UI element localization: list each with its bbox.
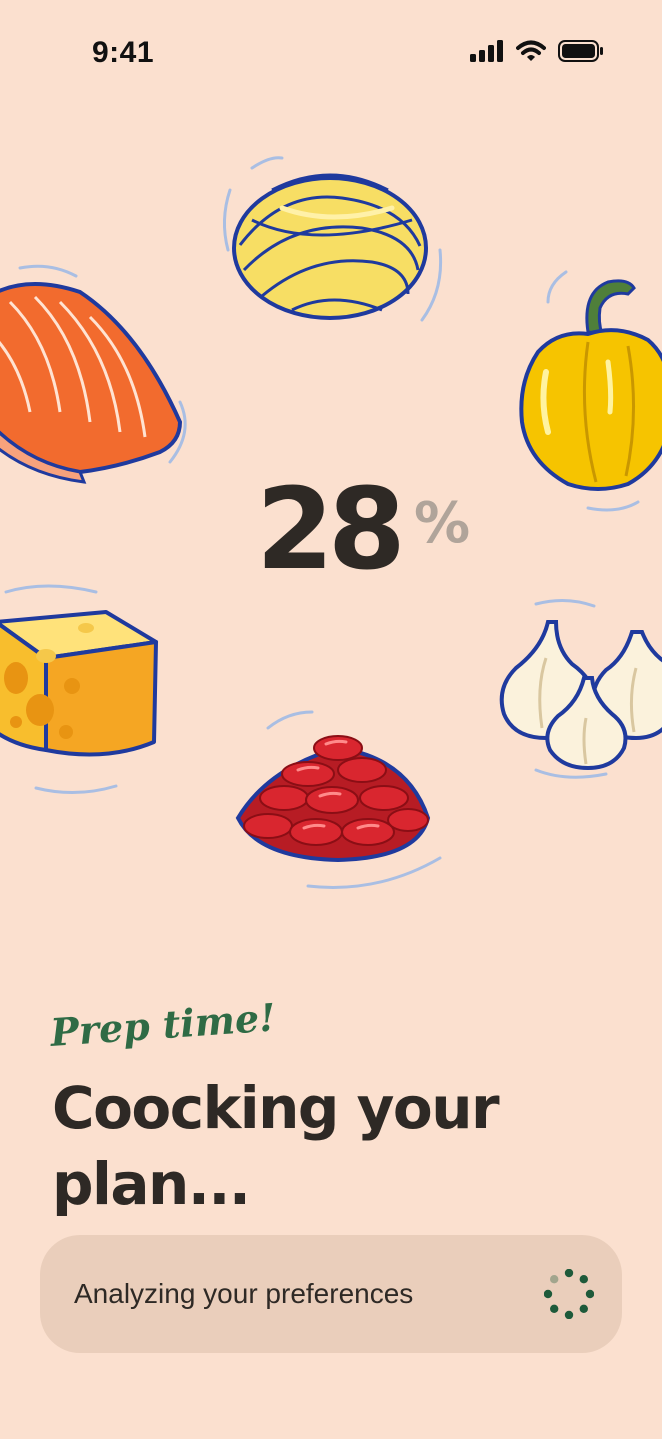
status-time: 9:41 (92, 36, 155, 69)
page-title: Coocking your plan... (52, 1074, 500, 1218)
analysis-status-text: Analyzing your preferences (74, 1278, 414, 1309)
wifi-icon (516, 40, 546, 61)
status-bar: 9:41 (0, 0, 662, 100)
status-icons (470, 40, 604, 62)
battery-icon (558, 40, 603, 62)
loading-spinner-icon (544, 1269, 594, 1319)
beans-illustration (228, 708, 448, 898)
progress-indicator: 28 % (0, 470, 662, 590)
analysis-status-card: Analyzing your preferences (40, 1235, 622, 1353)
progress-unit: % (414, 491, 471, 556)
progress-value: 28 (256, 465, 406, 595)
signal-icon (470, 40, 503, 62)
salmon-illustration (0, 262, 200, 484)
prep-time-kicker: Prep time! (48, 994, 278, 1055)
garlic-illustration (496, 598, 662, 788)
cheese-illustration (0, 582, 176, 802)
pasta-illustration (212, 150, 452, 340)
